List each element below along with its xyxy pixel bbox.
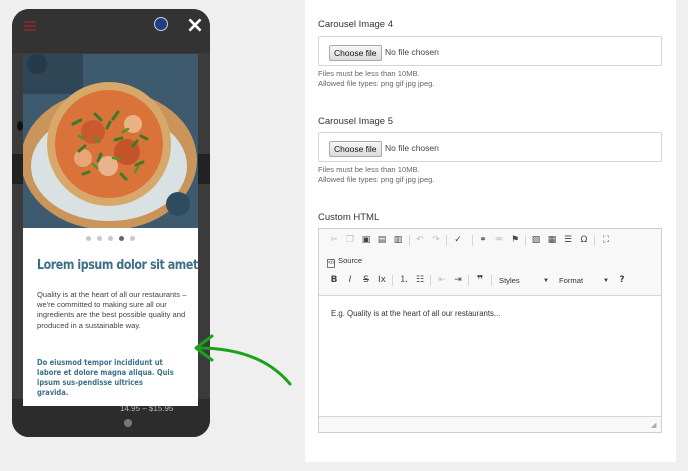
- carousel-dot[interactable]: [86, 236, 91, 241]
- carousel-dots: [23, 234, 198, 244]
- carousel-dot[interactable]: [130, 236, 135, 241]
- toolbar-separator: [468, 275, 469, 286]
- toolbar-separator: [525, 235, 526, 246]
- choose-file-button[interactable]: Choose file: [329, 141, 382, 157]
- carousel-modal: Lorem ipsum dolor sit amet Quality is at…: [23, 54, 198, 406]
- file-types-help: Allowed file types: png gif jpg jpeg.: [318, 175, 435, 184]
- file-types-help: Allowed file types: png gif jpg jpeg.: [318, 79, 435, 88]
- pizza-image: [23, 54, 198, 228]
- styles-label: Styles: [499, 276, 520, 285]
- carousel-dot[interactable]: [108, 236, 113, 241]
- paste-icon[interactable]: ▣: [359, 233, 373, 247]
- blockquote-icon[interactable]: ❞: [473, 273, 487, 287]
- toolbar-separator: [491, 275, 492, 286]
- bold-icon[interactable]: B: [327, 273, 341, 287]
- strikethrough-icon[interactable]: S: [359, 273, 373, 287]
- phone-header: [12, 9, 210, 53]
- file-size-help: Files must be less than 10MB.: [318, 69, 420, 78]
- unlink-icon[interactable]: ⚮: [492, 233, 506, 247]
- editor-toolbar-row: B I S Ix ⒈ ☷ ⇤ ⇥ ❞ Styles ▼ Format ▼ ?: [319, 271, 661, 291]
- paste-text-icon[interactable]: ▤: [375, 233, 389, 247]
- remove-format-icon[interactable]: Ix: [375, 273, 389, 287]
- carousel-image-4-label: Carousel Image 4: [318, 19, 393, 30]
- format-label: Format: [559, 276, 584, 285]
- green-arrow-icon: [194, 334, 292, 386]
- footer-dot-icon: [124, 419, 132, 427]
- modal-body: Quality is at the heart of all our resta…: [37, 290, 187, 330]
- table-icon[interactable]: ▦: [545, 233, 559, 247]
- source-label: Source: [338, 256, 363, 265]
- special-char-icon[interactable]: Ω: [577, 233, 591, 247]
- italic-icon[interactable]: I: [343, 273, 357, 287]
- copy-icon[interactable]: ❐: [343, 233, 357, 247]
- hamburger-icon: [24, 21, 36, 31]
- editor-content-area[interactable]: E.g. Quality is at the heart of all our …: [319, 295, 661, 417]
- modal-title: Lorem ipsum dolor sit amet: [37, 258, 198, 273]
- outdent-icon[interactable]: ⇤: [435, 273, 449, 287]
- flag-icon: [154, 17, 168, 31]
- toolbar-separator: [430, 275, 431, 286]
- modal-highlight: Do eiusmod tempor incididunt ut labore e…: [37, 358, 174, 397]
- maximize-icon[interactable]: ⛶: [599, 233, 613, 247]
- carousel-image-5-label: Carousel Image 5: [318, 116, 393, 127]
- form-panel: Carousel Image 4 Choose file No file cho…: [305, 0, 676, 462]
- bulleted-list-icon[interactable]: ☷: [413, 273, 427, 287]
- toolbar-separator: [472, 235, 473, 246]
- chevron-down-icon: ▼: [603, 278, 609, 284]
- undo-icon[interactable]: ↶: [413, 233, 427, 247]
- source-icon: </>: [327, 259, 336, 268]
- cut-icon[interactable]: ✂: [327, 233, 341, 247]
- format-dropdown[interactable]: Format ▼: [559, 274, 609, 288]
- toolbar-separator: [392, 275, 393, 286]
- editor-placeholder: E.g. Quality is at the heart of all our …: [331, 309, 501, 318]
- html-editor: ✂ ❐ ▣ ▤ ▥ ↶ ↷ ✓ ⚭ ⚮ ⚑ ▨ ▦ ☰ Ω ⛶ </> Sourc…: [318, 228, 662, 433]
- redo-icon[interactable]: ↷: [429, 233, 443, 247]
- carousel-image-5-input[interactable]: Choose file No file chosen: [318, 132, 662, 162]
- carousel-dot-active[interactable]: [119, 236, 124, 241]
- pizza-illustration: [23, 54, 198, 228]
- custom-html-label: Custom HTML: [318, 212, 380, 223]
- styles-dropdown[interactable]: Styles ▼: [499, 274, 549, 288]
- file-status: No file chosen: [385, 143, 439, 153]
- toolbar-separator: [446, 235, 447, 246]
- carousel-dot[interactable]: [97, 236, 102, 241]
- paste-word-icon[interactable]: ▥: [391, 233, 405, 247]
- numbered-list-icon[interactable]: ⒈: [397, 273, 411, 287]
- spellcheck-icon[interactable]: ✓: [451, 233, 465, 247]
- source-button[interactable]: </> Source: [327, 254, 362, 268]
- toolbar-separator: [409, 235, 410, 246]
- link-icon[interactable]: ⚭: [476, 233, 490, 247]
- indent-icon[interactable]: ⇥: [451, 273, 465, 287]
- image-icon[interactable]: ▨: [529, 233, 543, 247]
- toolbar-separator: [594, 235, 595, 246]
- carousel-image-4-input[interactable]: Choose file No file chosen: [318, 36, 662, 66]
- editor-toolbar-row: </> Source: [319, 251, 661, 271]
- chevron-down-icon: ▼: [543, 278, 549, 284]
- file-status: No file chosen: [385, 47, 439, 57]
- editor-toolbar-row: ✂ ❐ ▣ ▤ ▥ ↶ ↷ ✓ ⚭ ⚮ ⚑ ▨ ▦ ☰ Ω ⛶: [319, 231, 661, 251]
- file-size-help: Files must be less than 10MB.: [318, 165, 420, 174]
- close-icon[interactable]: ×: [184, 15, 206, 37]
- help-icon[interactable]: ?: [615, 273, 629, 287]
- anchor-flag-icon[interactable]: ⚑: [508, 233, 522, 247]
- resize-handle-icon[interactable]: ◢: [651, 422, 658, 429]
- horizontal-rule-icon[interactable]: ☰: [561, 233, 575, 247]
- choose-file-button[interactable]: Choose file: [329, 45, 382, 61]
